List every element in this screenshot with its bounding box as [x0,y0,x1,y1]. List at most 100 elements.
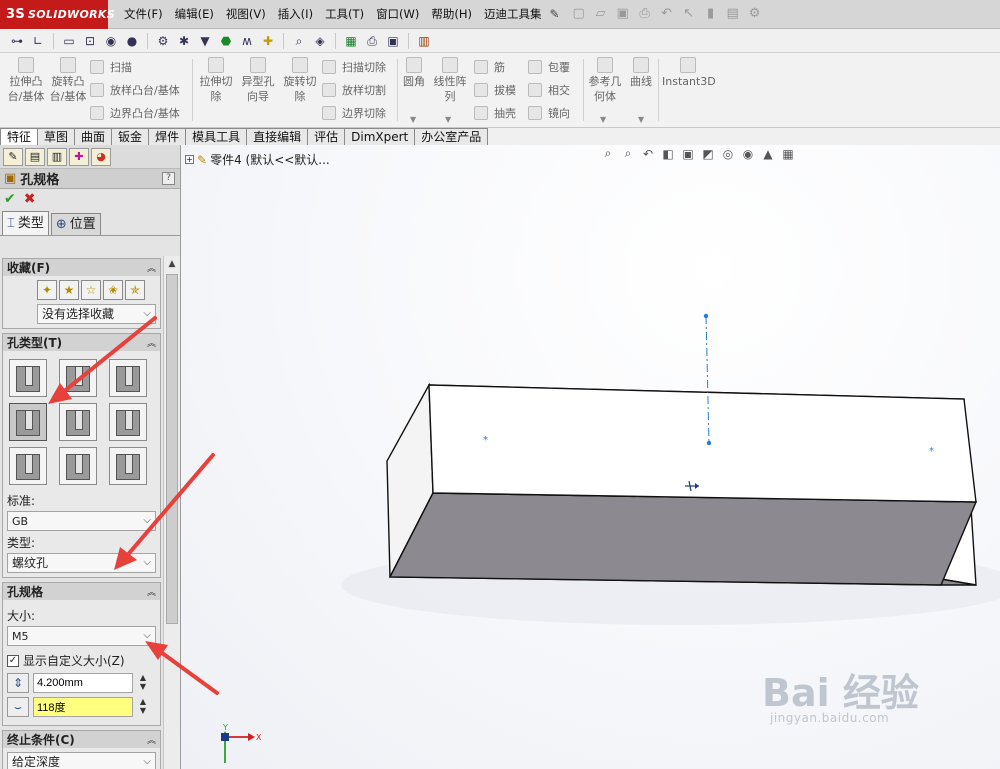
save-icon[interactable]: ▣ [614,5,632,23]
help-icon[interactable]: ? [162,172,175,185]
add-favorite-icon[interactable]: ★ [59,280,79,300]
scrollbar-thumb[interactable] [166,274,178,624]
update-favorite-icon[interactable]: ☆ [81,280,101,300]
dropdown-arrow-icon[interactable]: ▼ [638,115,644,124]
toolbar-icon-6[interactable]: ● [123,32,141,50]
panel-scrollbar[interactable]: ▲ [163,256,180,769]
tab-position[interactable]: ⊕ 位置 [50,213,101,235]
collapse-icon[interactable]: ︽ [147,733,156,746]
simple-hole-icon[interactable] [109,359,147,397]
tab-dimxpert[interactable]: DimXpert [344,128,416,145]
menu-tools[interactable]: 工具(T) [319,0,370,29]
new-icon[interactable]: ▢ [570,5,588,23]
ok-button[interactable]: ✔ [4,191,16,207]
toolbar-icon-8[interactable]: ✱ [175,32,193,50]
sweep-cut-button[interactable]: 扫描切除 [322,59,386,75]
toolbar-icon-11[interactable]: ʍ [238,32,256,50]
property-manager-icon[interactable]: ▤ [25,147,45,166]
menu-maidi-tools[interactable]: 迈迪工具集 [478,0,548,29]
angle-spinner[interactable]: ▲ ▼ [137,697,149,717]
tab-type[interactable]: ⌶ 类型 [2,211,49,235]
file-props-icon[interactable]: ▤ [724,5,742,23]
tab-mold-tools[interactable]: 模具工具 [185,128,248,145]
solidworks-logo[interactable]: 3S SOLIDWORKS [0,0,115,29]
size-select[interactable]: M5 ⌵ [7,626,156,646]
tab-features[interactable]: 特征 [0,128,39,145]
diameter-spinner[interactable]: ▲ ▼ [137,673,149,693]
boundary-boss-button[interactable]: 边界凸台/基体 [90,105,180,121]
counterbore-slot-icon[interactable] [9,447,47,485]
toolbar-icon-1[interactable]: ⊶ [8,32,26,50]
extrude-boss-button[interactable]: 拉伸凸台/基体 [6,57,46,104]
draft-button[interactable]: 拔模 [474,82,516,98]
hole-center-point[interactable] [706,440,712,446]
loft-boss-button[interactable]: 放样凸台/基体 [90,82,180,98]
intersect-button[interactable]: 相交 [528,82,570,98]
axis-end-point[interactable] [703,313,709,319]
end-condition-select[interactable]: 给定深度 ⌵ [7,752,156,769]
menu-help[interactable]: 帮助(H) [425,0,478,29]
favorites-header[interactable]: 收藏(F) ︽ [3,259,160,276]
dropdown-arrow-icon[interactable]: ▼ [410,115,416,124]
toolbar-icon-14[interactable]: ◈ [311,32,329,50]
scroll-up-icon[interactable]: ▲ [164,256,180,272]
select-icon[interactable]: ↖ [680,5,698,23]
revolve-cut-button[interactable]: 旋转切除 [280,57,320,104]
end-condition-header[interactable]: 终止条件(C) ︽ [3,731,160,748]
boundary-cut-button[interactable]: 边界切除 [322,105,386,121]
instant3d-button[interactable]: Instant3D [662,57,716,89]
dropdown-arrow-icon[interactable]: ▼ [600,115,606,124]
linear-pattern-button[interactable]: 线性阵列 [430,57,470,104]
tab-sketch[interactable]: 草图 [37,128,76,145]
collapse-icon[interactable]: ︽ [147,585,156,598]
toolbar-icon-17[interactable]: ▣ [384,32,402,50]
toolbar-icon-9[interactable]: ▼ [196,32,214,50]
toolbar-icon-2[interactable]: ∟ [29,32,47,50]
rebuild-icon[interactable]: ▮ [702,5,720,23]
undo-icon[interactable]: ↶ [658,5,676,23]
toolbar-icon-3[interactable]: ▭ [60,32,78,50]
menu-file[interactable]: 文件(F) [118,0,169,29]
curves-button[interactable]: 曲线 [627,57,655,89]
toolbar-icon-4[interactable]: ⊡ [81,32,99,50]
wrap-button[interactable]: 包覆 [528,59,570,75]
tapped-hole-icon[interactable] [9,403,47,441]
collapse-icon[interactable]: ︽ [147,261,156,274]
ref-geometry-button[interactable]: 参考几何体 [587,57,623,104]
menu-edit[interactable]: 编辑(E) [169,0,220,29]
menu-window[interactable]: 窗口(W) [370,0,425,29]
favorites-select[interactable]: 没有选择收藏 ⌵ [37,304,156,324]
pipe-tap-hole-icon[interactable] [59,403,97,441]
tab-weldments[interactable]: 焊件 [148,128,187,145]
dropdown-arrow-icon[interactable]: ▼ [445,115,451,124]
sketch-point-marker[interactable]: * [483,435,488,446]
toolbar-icon-15[interactable]: ▦ [342,32,360,50]
type-select[interactable]: 螺纹孔 ⌵ [7,553,156,573]
sketch-point-marker[interactable]: * [929,446,934,457]
display-manager-icon[interactable]: ◕ [91,147,111,166]
mirror-button[interactable]: 镜向 [528,105,570,121]
loft-cut-button[interactable]: 放样切割 [322,82,386,98]
toolbar-icon-7[interactable]: ⚙ [154,32,172,50]
hole-type-header[interactable]: 孔类型(T) ︽ [3,334,160,351]
collapse-icon[interactable]: ︽ [147,336,156,349]
countersink-slot-icon[interactable] [59,447,97,485]
drill-angle-input[interactable] [33,697,133,717]
pin-icon[interactable]: ✎ [550,0,560,29]
print-icon[interactable]: ⎙ [636,5,654,23]
tab-office-products[interactable]: 办公室产品 [414,128,489,145]
menu-insert[interactable]: 插入(I) [272,0,319,29]
extrude-cut-button[interactable]: 拉伸切除 [196,57,236,104]
sweep-button[interactable]: 扫描 [90,59,132,75]
hole-wizard-button[interactable]: 异型孔向导 [238,57,278,104]
load-favorite-icon[interactable]: ✯ [125,280,145,300]
standard-select[interactable]: GB ⌵ [7,511,156,531]
open-icon[interactable]: ▱ [592,5,610,23]
options-icon[interactable]: ⚙ [746,5,764,23]
toolbar-icon-12[interactable]: ✚ [259,32,277,50]
toolbar-icon-16[interactable]: ⎙ [363,32,381,50]
feature-manager-icon[interactable]: ✎ [3,147,23,166]
toolbar-icon-18[interactable]: ▥ [415,32,433,50]
graphics-area[interactable]: + ✎ 零件4 (默认<<默认... ⌕ ⌕ ↶ ◧ ▣ ◩ ◎ ◉ ▲ ▦ *… [181,145,1000,769]
tab-direct-editing[interactable]: 直接编辑 [246,128,309,145]
